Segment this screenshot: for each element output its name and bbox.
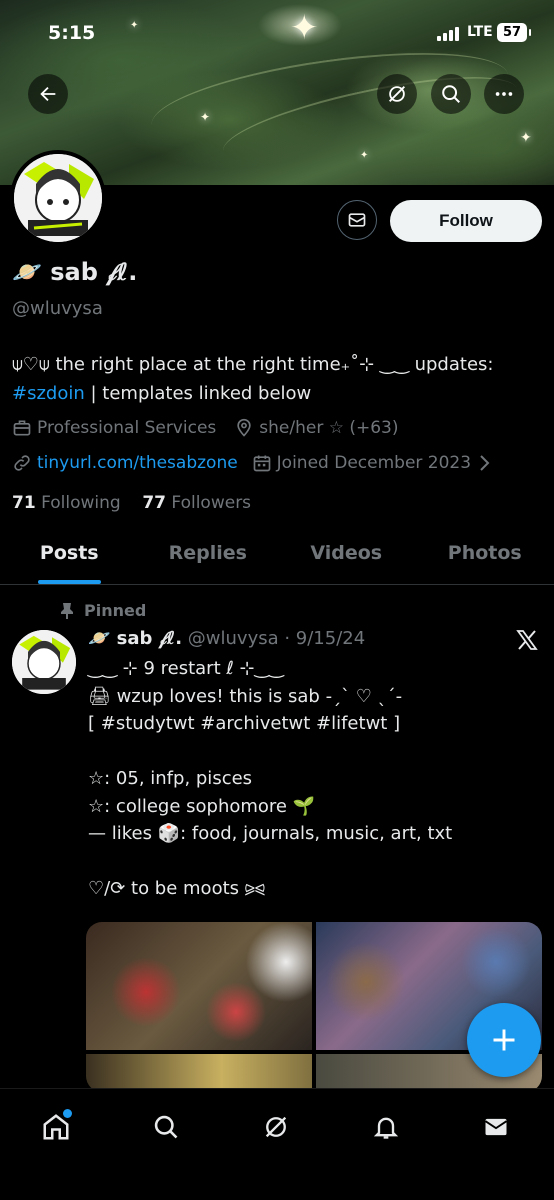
post-header: 🪐 sab 𝒻ℓ. @wluvysa · 9/15/24 — [88, 628, 365, 649]
tab-videos[interactable]: Videos — [277, 530, 416, 584]
plus-icon — [493, 1029, 515, 1051]
bio-hashtag-link[interactable]: #szdoin — [12, 383, 85, 404]
pinned-label: Pinned — [84, 601, 147, 620]
calendar-icon — [252, 453, 272, 473]
tab-posts[interactable]: Posts — [0, 530, 139, 584]
bottom-navigation — [0, 1088, 554, 1200]
tab-posts-label: Posts — [39, 542, 99, 564]
profile-name: 🪐 sab 𝒻ℓ. — [12, 258, 138, 286]
profile-website-link[interactable]: tinyurl.com/thesabzone — [37, 453, 238, 473]
grok-icon — [389, 86, 405, 102]
banner-star: ✦ — [520, 130, 532, 146]
profile-category: Professional Services — [37, 418, 217, 438]
follow-counts: 71 Following 77 Followers — [12, 493, 251, 513]
location-pin-icon — [234, 418, 254, 438]
profile-location: she/her ☆ (+63) — [259, 418, 399, 438]
followers-label: Followers — [171, 493, 252, 513]
arrow-left-icon — [40, 86, 56, 102]
pin-icon — [61, 602, 73, 619]
active-tab-indicator — [38, 580, 101, 584]
nav-messages[interactable] — [476, 1107, 516, 1147]
following-count: 71 — [12, 493, 36, 513]
avatar-illustration — [12, 630, 76, 694]
nav-grok[interactable] — [256, 1107, 296, 1147]
grok-button[interactable] — [377, 74, 417, 114]
signal-icon — [437, 27, 459, 41]
status-bar: 5:15 LTE 57 — [0, 0, 554, 66]
following-label: Following — [41, 493, 121, 513]
profile-avatar[interactable] — [10, 150, 106, 246]
back-button[interactable] — [28, 74, 68, 114]
post-author-avatar[interactable] — [12, 630, 76, 694]
post-media-grid — [86, 922, 542, 1092]
profile-meta-row-2: tinyurl.com/thesabzone Joined December 2… — [12, 453, 496, 473]
message-button[interactable] — [337, 200, 377, 240]
more-icon — [495, 92, 513, 96]
briefcase-icon — [12, 418, 32, 438]
followers-link[interactable]: 77 Followers — [142, 493, 251, 513]
tab-photos-label: Photos — [447, 542, 522, 564]
bell-icon — [373, 1117, 399, 1139]
tab-videos-label: Videos — [310, 542, 383, 564]
avatar-illustration — [14, 154, 102, 242]
search-button[interactable] — [431, 74, 471, 114]
post-author-name[interactable]: 🪐 sab 𝒻ℓ. — [88, 628, 182, 649]
pinned-indicator: Pinned — [60, 601, 146, 620]
profile-handle: @wluvysa — [12, 298, 103, 319]
tab-replies-label: Replies — [168, 542, 247, 564]
compose-button[interactable] — [467, 1003, 541, 1077]
post-meta: @wluvysa · 9/15/24 — [187, 628, 366, 649]
bio-text: ⍦♡⍦ the right place at the right time₊˚⊹… — [12, 354, 494, 375]
grok-icon — [265, 1116, 287, 1138]
status-time: 5:15 — [48, 22, 96, 44]
nav-search[interactable] — [146, 1107, 186, 1147]
battery-indicator: 57 — [497, 23, 531, 42]
search-icon — [442, 85, 460, 103]
tab-photos[interactable]: Photos — [416, 530, 554, 584]
x-logo-icon — [514, 628, 540, 656]
chevron-right-icon[interactable] — [477, 454, 491, 472]
profile-meta-row: Professional Services she/her ☆ (+63) — [12, 418, 399, 438]
bio-text-suffix: | templates linked below — [84, 383, 312, 404]
follow-button[interactable]: Follow — [390, 200, 542, 242]
notification-dot — [63, 1109, 72, 1118]
profile-tabs: Posts Replies Videos Photos — [0, 530, 554, 585]
envelope-icon — [484, 1118, 508, 1136]
nav-notifications[interactable] — [366, 1107, 406, 1147]
nav-home[interactable] — [36, 1107, 76, 1147]
envelope-icon — [348, 213, 366, 227]
tab-replies[interactable]: Replies — [139, 530, 278, 584]
more-options-button[interactable] — [484, 74, 524, 114]
profile-joined-date: Joined December 2023 — [276, 453, 472, 473]
post-image[interactable] — [86, 922, 312, 1050]
network-type: LTE — [467, 24, 493, 40]
search-icon — [154, 1115, 178, 1139]
link-icon — [12, 453, 32, 473]
post-image[interactable] — [86, 1054, 312, 1092]
post-text: ‿‿ ⊹ 9 restart ℓ ⊹‿‿ 🖨 wzup loves! this … — [88, 658, 453, 899]
profile-bio: ⍦♡⍦ the right place at the right time₊˚⊹… — [12, 350, 542, 408]
following-link[interactable]: 71 Following — [12, 493, 121, 513]
followers-count: 77 — [142, 493, 166, 513]
